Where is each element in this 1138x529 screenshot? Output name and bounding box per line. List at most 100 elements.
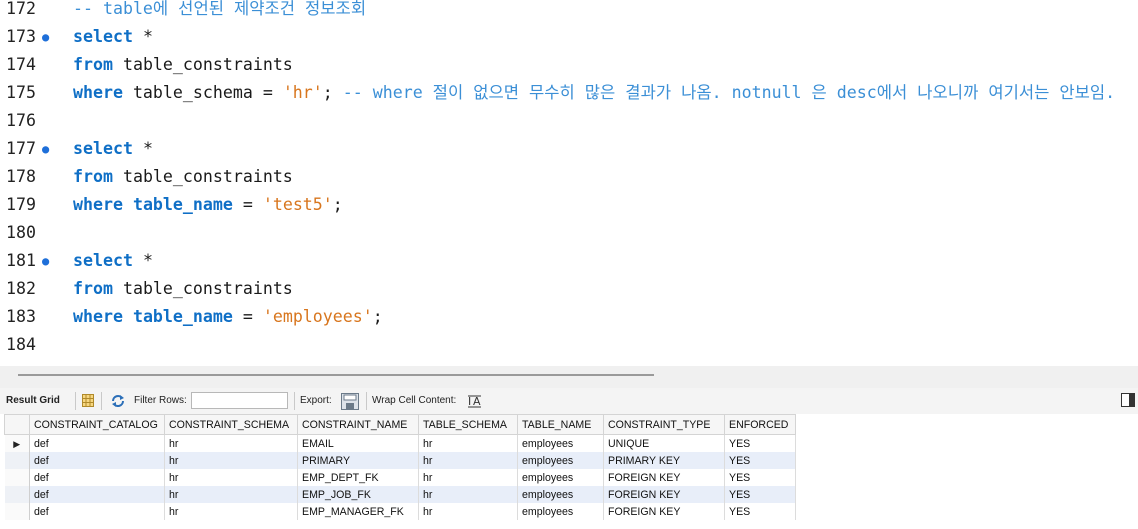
table-cell[interactable]: hr: [164, 434, 298, 452]
table-body: ▶ def hr EMAIL hr employees UNIQUE YES def hr PRIM…: [4, 434, 796, 520]
line-number: 182: [6, 279, 36, 298]
line-number: 172: [6, 0, 36, 18]
table-cell[interactable]: def: [29, 434, 165, 452]
table-cell[interactable]: employees: [517, 434, 604, 452]
table-cell[interactable]: UNIQUE: [603, 434, 725, 452]
table-cell[interactable]: hr: [418, 452, 518, 469]
column-header[interactable]: CONSTRAINT_SCHEMA: [164, 414, 298, 435]
column-header[interactable]: CONSTRAINT_TYPE: [603, 414, 725, 435]
code-line[interactable]: 183 where table_name = 'employees';: [0, 303, 1138, 331]
svg-text:A: A: [473, 395, 481, 408]
line-number: 174: [6, 55, 36, 74]
code-line[interactable]: 175 where table_schema = 'hr'; -- where 절…: [0, 79, 1138, 107]
table-cell[interactable]: EMP_MANAGER_FK: [297, 503, 419, 520]
code-token: ;: [332, 195, 343, 214]
result-grid-tab[interactable]: Result Grid: [6, 394, 60, 408]
column-header[interactable]: TABLE_NAME: [517, 414, 604, 435]
table-cell[interactable]: def: [29, 486, 165, 503]
row-selector[interactable]: [4, 469, 30, 486]
code-line[interactable]: 176: [0, 107, 1138, 135]
column-header[interactable]: ENFORCED: [724, 414, 796, 435]
table-cell[interactable]: hr: [164, 486, 298, 503]
statement-marker-icon: ●: [42, 30, 50, 44]
table-cell[interactable]: def: [29, 503, 165, 520]
column-header[interactable]: TABLE_SCHEMA: [418, 414, 518, 435]
table-cell[interactable]: YES: [724, 469, 796, 486]
line-number: 173: [6, 27, 36, 46]
code-token: ;: [322, 83, 343, 102]
grid-layout-icon[interactable]: [82, 394, 94, 407]
code-line[interactable]: 184: [0, 331, 1138, 359]
wrap-cell-content-icon[interactable]: I A: [468, 394, 482, 408]
table-cell[interactable]: hr: [164, 469, 298, 486]
code-token: select: [73, 139, 133, 158]
row-selector[interactable]: ▶: [4, 434, 30, 452]
export-icon[interactable]: [341, 393, 359, 410]
code-line[interactable]: 172 -- table에 선언된 제약조건 정보조회: [0, 0, 1138, 23]
table-row[interactable]: def hr EMP_MANAGER_FK hr employees FOREIGN KE…: [4, 503, 796, 520]
filter-rows-input[interactable]: [191, 392, 288, 409]
table-cell[interactable]: FOREIGN KEY: [603, 486, 725, 503]
table-cell[interactable]: def: [29, 469, 165, 486]
code-line[interactable]: 174 from table_constraints: [0, 51, 1138, 79]
table-cell[interactable]: employees: [517, 503, 604, 520]
editor-horizontal-scrollbar[interactable]: [0, 366, 1138, 388]
table-cell[interactable]: hr: [418, 503, 518, 520]
table-cell[interactable]: employees: [517, 486, 604, 503]
code-line[interactable]: 181 ● select *: [0, 247, 1138, 275]
table-cell[interactable]: def: [29, 452, 165, 469]
table-cell[interactable]: FOREIGN KEY: [603, 503, 725, 520]
code-text: where table_schema = 'hr'; -- where 절이 없…: [73, 79, 1115, 107]
table-cell[interactable]: EMP_JOB_FK: [297, 486, 419, 503]
filter-rows-label: Filter Rows:: [134, 395, 187, 406]
code-token: *: [132, 139, 153, 158]
table-cell[interactable]: YES: [724, 503, 796, 520]
table-cell[interactable]: hr: [164, 503, 298, 520]
code-token: table_name: [132, 195, 233, 214]
table-cell[interactable]: YES: [724, 434, 796, 452]
code-line[interactable]: 173 ● select *: [0, 23, 1138, 51]
table-row[interactable]: def hr EMP_JOB_FK hr employees FOREIGN KEY YES: [4, 486, 796, 503]
row-selector[interactable]: [4, 486, 30, 503]
results-table: CONSTRAINT_CATALOG CONSTRAINT_SCHEMA CONST…: [4, 414, 796, 520]
code-token: ;: [372, 307, 383, 326]
table-row[interactable]: def hr PRIMARY hr employees PRIMARY KEY YES: [4, 452, 796, 469]
table-row[interactable]: ▶ def hr EMAIL hr employees UNIQUE YES: [4, 434, 796, 452]
line-number: 180: [6, 223, 36, 242]
table-cell[interactable]: EMAIL: [297, 434, 419, 452]
code-line[interactable]: 182 from table_constraints: [0, 275, 1138, 303]
table-cell[interactable]: employees: [517, 452, 604, 469]
column-header[interactable]: CONSTRAINT_CATALOG: [29, 414, 165, 435]
scrollbar-thumb[interactable]: [18, 374, 654, 376]
table-cell[interactable]: PRIMARY: [297, 452, 419, 469]
table-cell[interactable]: hr: [418, 486, 518, 503]
table-cell[interactable]: PRIMARY KEY: [603, 452, 725, 469]
table-cell[interactable]: hr: [418, 469, 518, 486]
column-header[interactable]: CONSTRAINT_NAME: [297, 414, 419, 435]
table-cell[interactable]: hr: [164, 452, 298, 469]
table-cell[interactable]: hr: [418, 434, 518, 452]
result-grid[interactable]: CONSTRAINT_CATALOG CONSTRAINT_SCHEMA CONST…: [0, 414, 1138, 529]
table-cell[interactable]: EMP_DEPT_FK: [297, 469, 419, 486]
code-line[interactable]: 180: [0, 219, 1138, 247]
row-selector[interactable]: [4, 503, 30, 520]
table-cell[interactable]: YES: [724, 486, 796, 503]
table-cell[interactable]: employees: [517, 469, 604, 486]
code-line[interactable]: 179 where table_name = 'test5';: [0, 191, 1138, 219]
code-token: -- where 절이 없으면 무수히 많은 결과가 나옴. notnull 은…: [342, 83, 1116, 102]
code-line[interactable]: 177 ● select *: [0, 135, 1138, 163]
code-text: from table_constraints: [73, 275, 293, 303]
row-selector[interactable]: [4, 452, 30, 469]
table-row[interactable]: def hr EMP_DEPT_FK hr employees FOREIGN KEY YE…: [4, 469, 796, 486]
table-cell[interactable]: YES: [724, 452, 796, 469]
sql-editor[interactable]: 172 -- table에 선언된 제약조건 정보조회 173 ● select * 17…: [0, 0, 1138, 366]
code-text: where table_name = 'test5';: [73, 191, 343, 219]
code-line[interactable]: 178 from table_constraints: [0, 163, 1138, 191]
code-token: from: [73, 167, 113, 186]
line-number: 184: [6, 335, 36, 354]
filter-refresh-icon[interactable]: [110, 393, 126, 409]
table-cell[interactable]: FOREIGN KEY: [603, 469, 725, 486]
toggle-side-panel-icon[interactable]: [1121, 393, 1135, 407]
code-token: from: [73, 55, 113, 74]
